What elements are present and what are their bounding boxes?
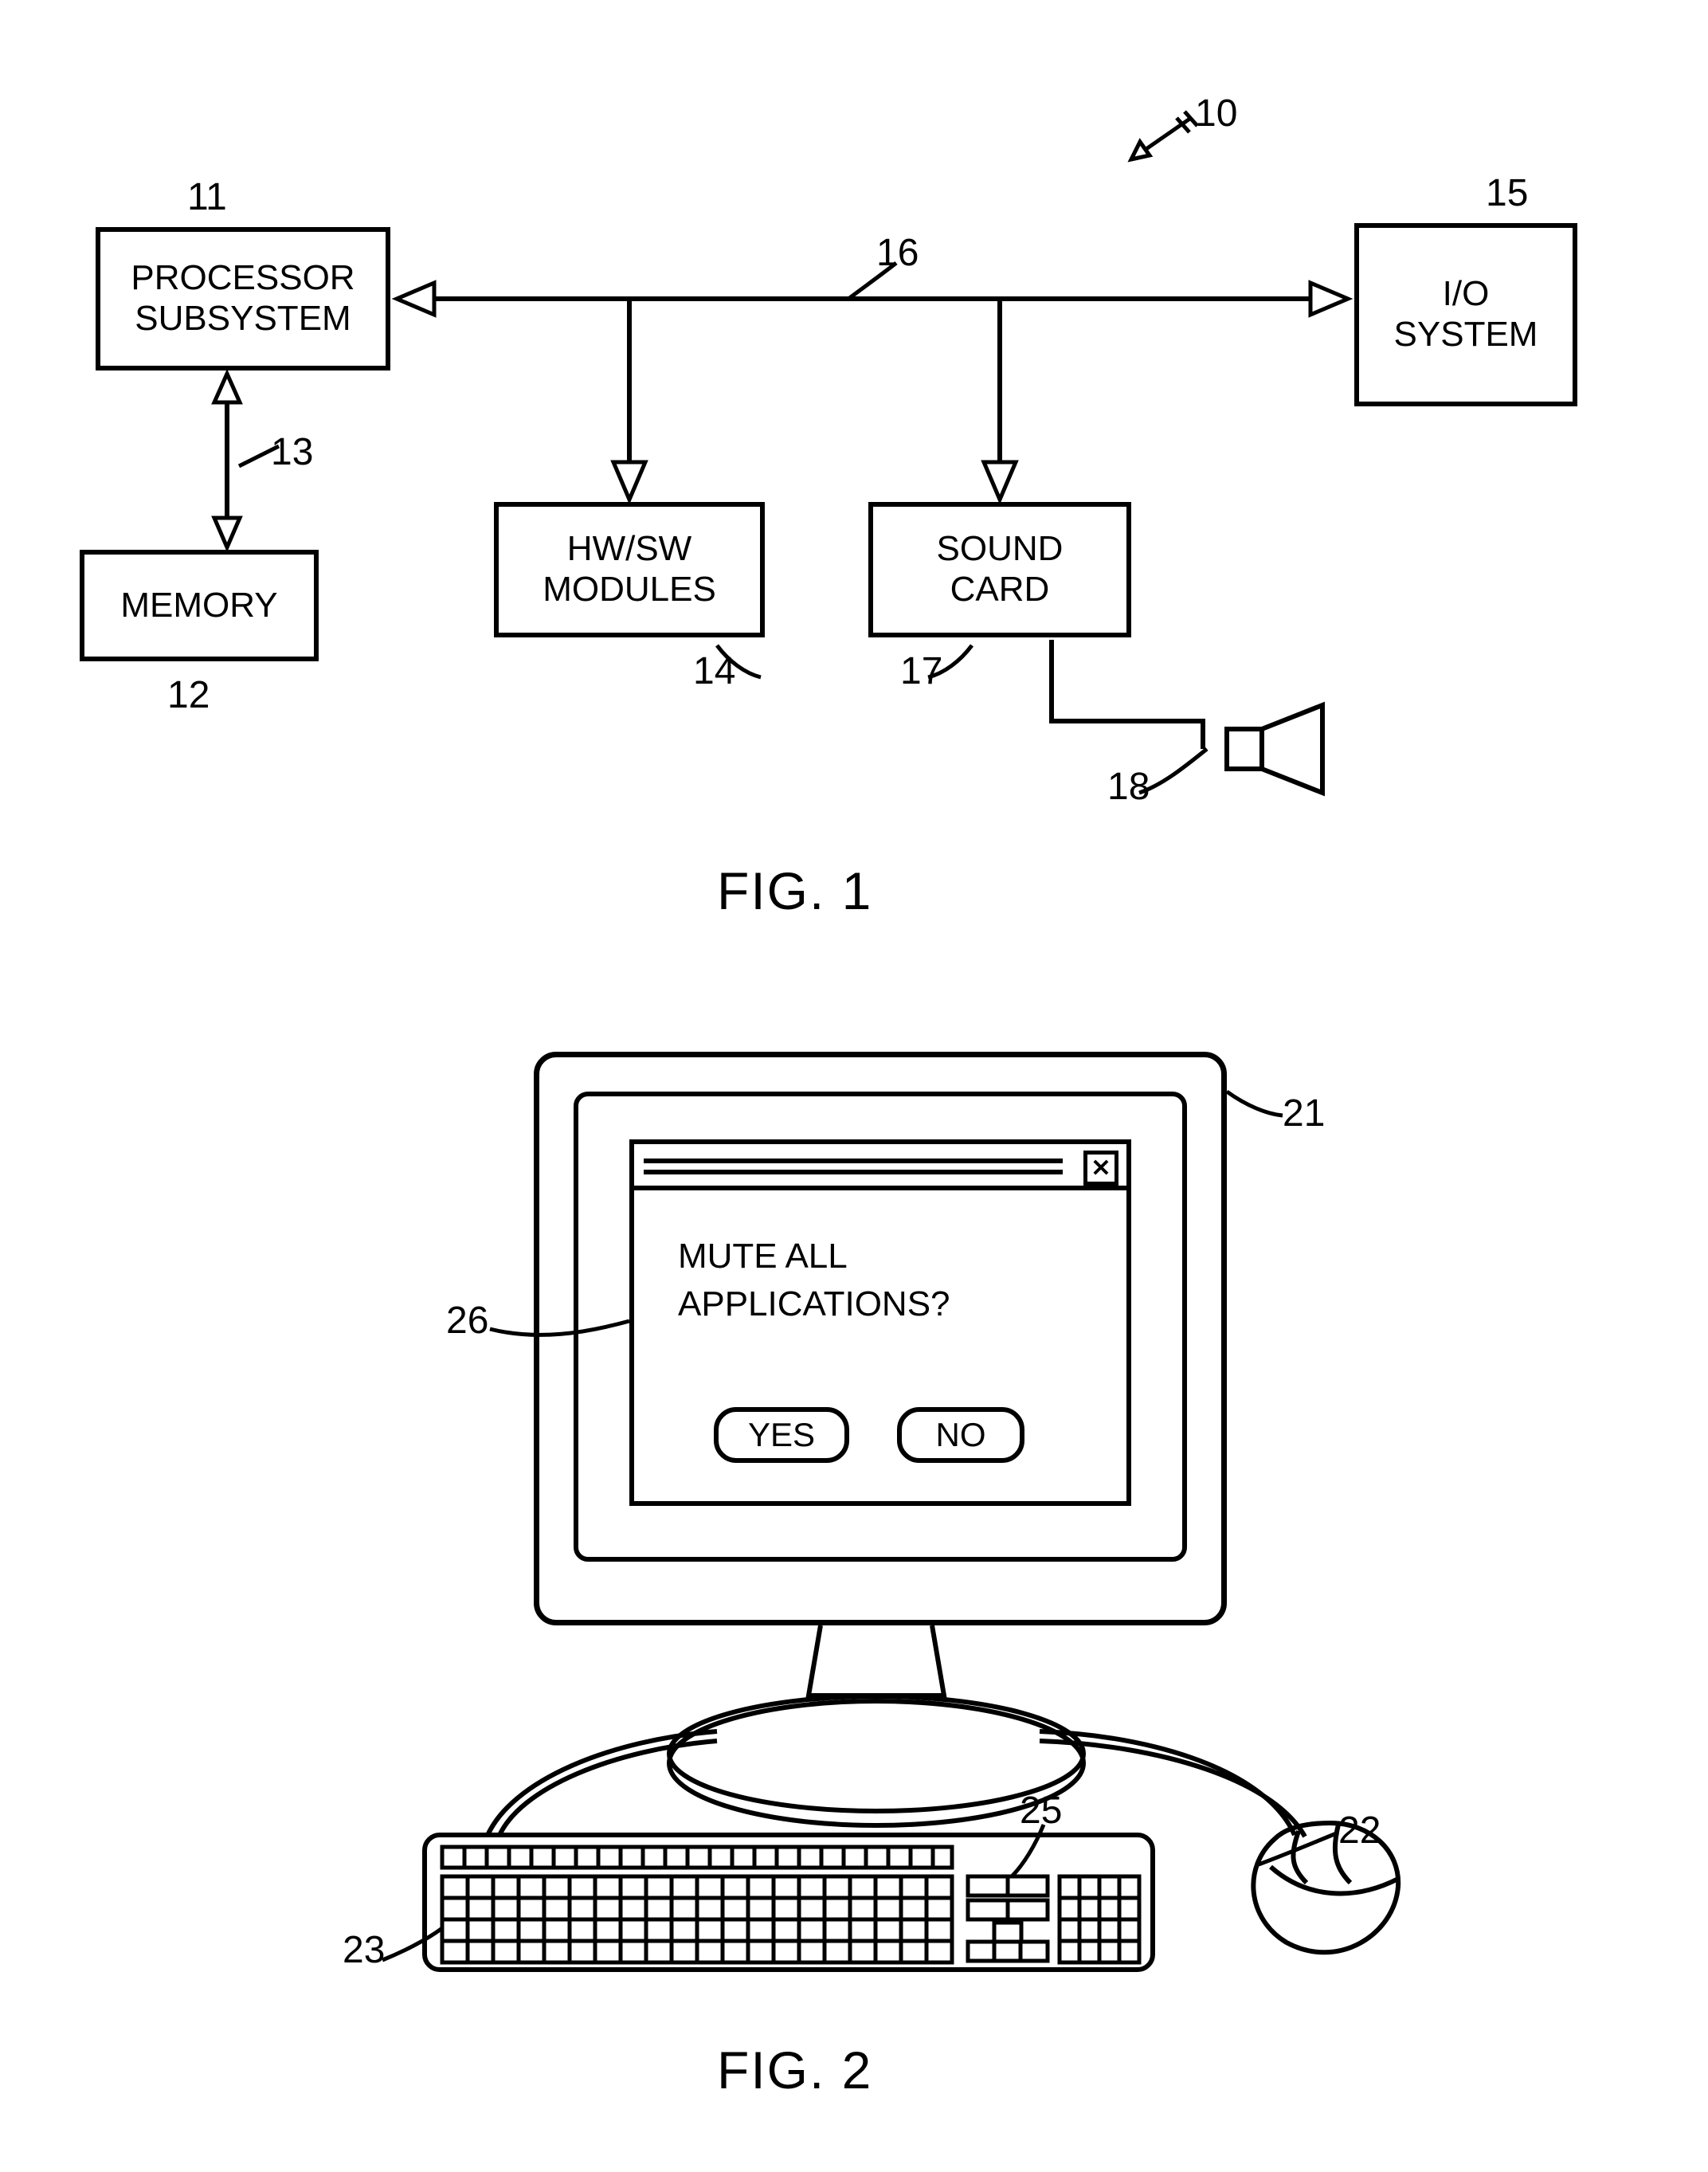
memory-box: MEMORY: [80, 550, 319, 661]
ref-10: 10: [1195, 92, 1237, 135]
hwsw-label: HW/SW MODULES: [543, 529, 716, 610]
dialog-text-line-1: MUTE ALL: [678, 1236, 848, 1278]
memory-label: MEMORY: [120, 586, 277, 626]
ref-26: 26: [446, 1299, 488, 1343]
no-label: NO: [936, 1416, 986, 1454]
keyboard-numpad: [1060, 1876, 1139, 1962]
io-system-box: I/O SYSTEM: [1354, 223, 1577, 406]
sound-card-label: SOUND CARD: [937, 529, 1064, 610]
bus-to-sound: [972, 299, 1028, 506]
titlebar-stripe-1: [644, 1159, 1063, 1163]
ref-12: 12: [167, 673, 210, 717]
hwsw-box: HW/SW MODULES: [494, 502, 765, 637]
fig2-caption: FIG. 2: [717, 2040, 872, 2100]
ref-10-arrow: [1111, 112, 1199, 175]
close-icon: ✕: [1091, 1155, 1111, 1182]
ref-11: 11: [187, 175, 227, 219]
ref-15: 15: [1486, 171, 1528, 215]
processor-subsystem-box: PROCESSOR SUBSYSTEM: [96, 227, 390, 370]
close-button[interactable]: ✕: [1083, 1151, 1118, 1186]
io-system-label: I/O SYSTEM: [1394, 274, 1538, 355]
yes-button[interactable]: YES: [714, 1407, 849, 1463]
dialog-window: ✕ MUTE ALL APPLICATIONS? YES NO: [629, 1139, 1131, 1506]
dialog-text-line-2: APPLICATIONS?: [678, 1284, 950, 1326]
yes-label: YES: [748, 1416, 815, 1454]
no-button[interactable]: NO: [897, 1407, 1024, 1463]
fig1-caption: FIG. 1: [717, 861, 872, 921]
sound-card-box: SOUND CARD: [868, 502, 1131, 637]
ref-23: 23: [343, 1928, 385, 1972]
keyboard-nav: [968, 1876, 1048, 1962]
titlebar-stripe-2: [644, 1170, 1063, 1174]
processor-subsystem-label: PROCESSOR SUBSYSTEM: [131, 258, 355, 339]
dialog-titlebar: ✕: [634, 1144, 1126, 1190]
bus-to-hwsw: [601, 299, 657, 506]
keyboard-main: [442, 1876, 952, 1962]
